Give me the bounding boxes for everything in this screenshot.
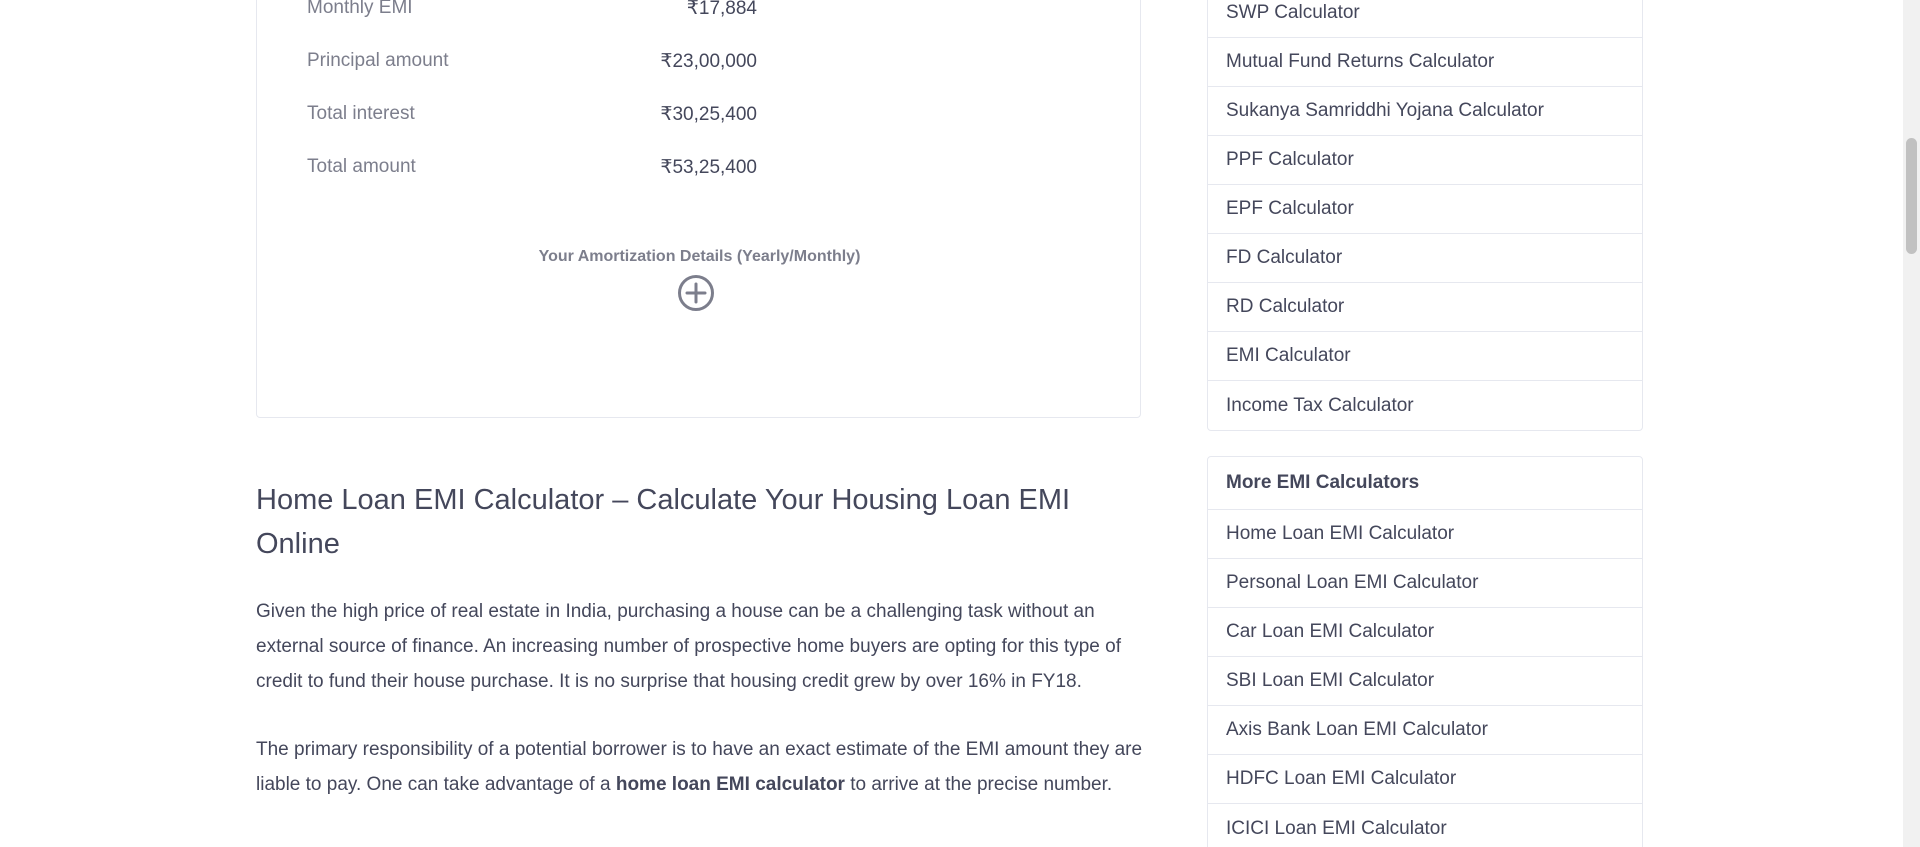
more-emi-calculators-card: More EMI Calculators Home Loan EMI Calcu…	[1207, 456, 1643, 847]
sidebar-item-mutual-fund-returns[interactable]: Mutual Fund Returns Calculator	[1208, 38, 1642, 87]
result-row-monthly-emi: Monthly EMI ₹17,884	[307, 0, 757, 23]
sidebar-item-axis-bank-loan-emi[interactable]: Axis Bank Loan EMI Calculator	[1208, 706, 1642, 755]
sidebar-item-rd[interactable]: RD Calculator	[1208, 283, 1642, 332]
sidebar-item-home-loan-emi[interactable]: Home Loan EMI Calculator	[1208, 510, 1642, 559]
result-label: Principal amount	[307, 50, 449, 71]
result-value: ₹30,25,400	[660, 103, 757, 125]
sidebar-item-emi[interactable]: EMI Calculator	[1208, 332, 1642, 381]
more-emi-calculators-title: More EMI Calculators	[1208, 457, 1642, 510]
sidebar-item-income-tax[interactable]: Income Tax Calculator	[1208, 381, 1642, 430]
page-scrollbar[interactable]	[1903, 0, 1920, 847]
sidebar-item-icici-loan-emi[interactable]: ICICI Loan EMI Calculator	[1208, 804, 1642, 847]
amortization-title: Your Amortization Details (Yearly/Monthl…	[538, 248, 861, 265]
paragraph-text: to arrive at the precise number.	[844, 774, 1113, 795]
article-title: Home Loan EMI Calculator – Calculate You…	[256, 484, 1071, 560]
result-label: Monthly EMI	[307, 0, 413, 18]
sidebar-item-fd[interactable]: FD Calculator	[1208, 234, 1642, 283]
page: Monthly EMI ₹17,884 Principal amount ₹23…	[0, 0, 1920, 847]
result-row-principal: Principal amount ₹23,00,000	[307, 46, 757, 76]
plus-circle-icon	[678, 275, 714, 311]
calculators-list-card: SWP Calculator Mutual Fund Returns Calcu…	[1207, 0, 1643, 431]
result-row-total-amount: Total amount ₹53,25,400	[307, 152, 757, 182]
sidebar-item-car-loan-emi[interactable]: Car Loan EMI Calculator	[1208, 608, 1642, 657]
sidebar-item-ppf[interactable]: PPF Calculator	[1208, 136, 1642, 185]
expand-amortization-button[interactable]	[677, 274, 715, 312]
sidebar-item-hdfc-loan-emi[interactable]: HDFC Loan EMI Calculator	[1208, 755, 1642, 804]
result-value: ₹23,00,000	[660, 50, 757, 72]
result-label: Total interest	[307, 103, 415, 124]
article-paragraph-2: The primary responsibility of a potentia…	[256, 732, 1146, 802]
sidebar-item-epf[interactable]: EPF Calculator	[1208, 185, 1642, 234]
home-loan-emi-calculator-link[interactable]: home loan EMI calculator	[616, 774, 845, 795]
sidebar-item-swp[interactable]: SWP Calculator	[1208, 0, 1642, 38]
article-paragraph-1: Given the high price of real estate in I…	[256, 601, 1121, 692]
result-label: Total amount	[307, 156, 416, 177]
emi-results-card: Monthly EMI ₹17,884 Principal amount ₹23…	[256, 0, 1141, 418]
scrollbar-thumb[interactable]	[1906, 138, 1917, 254]
result-value: ₹17,884	[686, 0, 757, 19]
sidebar-item-sukanya-samriddhi[interactable]: Sukanya Samriddhi Yojana Calculator	[1208, 87, 1642, 136]
sidebar-item-personal-loan-emi[interactable]: Personal Loan EMI Calculator	[1208, 559, 1642, 608]
result-row-total-interest: Total interest ₹30,25,400	[307, 99, 757, 129]
result-value: ₹53,25,400	[660, 156, 757, 178]
sidebar-item-sbi-loan-emi[interactable]: SBI Loan EMI Calculator	[1208, 657, 1642, 706]
